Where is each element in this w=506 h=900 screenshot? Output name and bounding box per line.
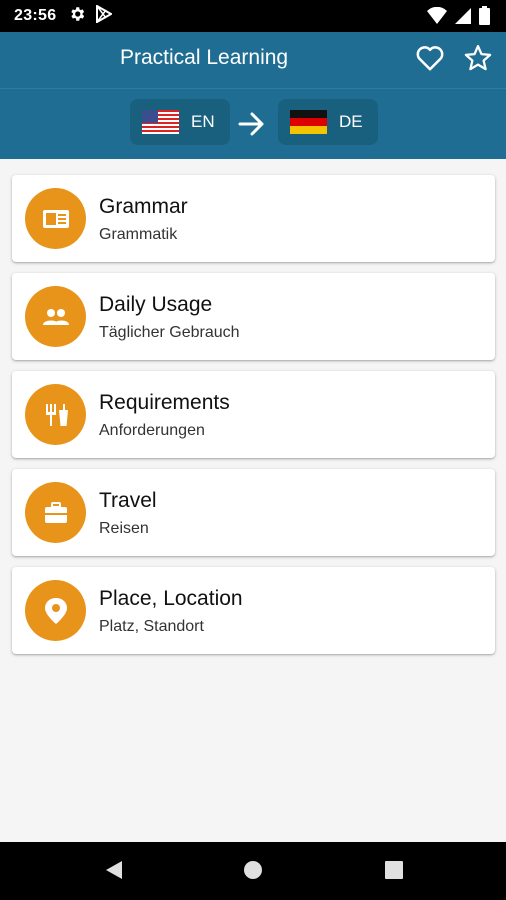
source-language-button[interactable]: EN [130, 99, 230, 145]
star-icon [463, 43, 493, 78]
category-card-place-location[interactable]: Place, Location Platz, Standort [12, 567, 495, 654]
category-list: Grammar Grammatik Daily Usage Täglicher … [12, 175, 495, 665]
card-subtitle: Reisen [99, 520, 149, 537]
us-flag-icon [142, 110, 179, 134]
category-card-requirements[interactable]: Requirements Anforderungen [12, 371, 495, 458]
home-icon [243, 860, 263, 885]
target-language-button[interactable]: DE [278, 99, 378, 145]
play-store-icon [96, 3, 114, 28]
wifi-icon [427, 6, 447, 30]
food-icon [25, 384, 86, 445]
card-subtitle: Grammatik [99, 226, 178, 243]
recents-icon [385, 860, 403, 884]
category-card-grammar[interactable]: Grammar Grammatik [12, 175, 495, 262]
card-subtitle: Platz, Standort [99, 618, 204, 635]
card-subtitle: Täglicher Gebrauch [99, 324, 240, 341]
card-title: Requirements [99, 391, 230, 414]
app-bar: Practical Learning [0, 32, 506, 88]
battery-icon [479, 6, 490, 30]
recents-button[interactable] [382, 860, 406, 884]
language-selector: EN DE [0, 88, 506, 159]
category-card-daily-usage[interactable]: Daily Usage Täglicher Gebrauch [12, 273, 495, 360]
card-title: Grammar [99, 195, 188, 218]
germany-flag-icon [290, 110, 327, 134]
favorite-button[interactable] [412, 42, 448, 78]
card-subtitle: Anforderungen [99, 422, 205, 439]
status-bar: 23:56 [0, 0, 506, 32]
card-title: Travel [99, 489, 157, 512]
home-button[interactable] [241, 860, 265, 884]
suitcase-icon [25, 482, 86, 543]
book-icon [25, 188, 86, 249]
signal-icon [455, 7, 471, 30]
location-pin-icon [25, 580, 86, 641]
status-time: 23:56 [14, 7, 57, 24]
page-title: Practical Learning [120, 46, 289, 69]
source-language-code: EN [191, 112, 215, 131]
star-button[interactable] [460, 42, 496, 78]
card-title: Daily Usage [99, 293, 213, 316]
people-icon [25, 286, 86, 347]
category-card-travel[interactable]: Travel Reisen [12, 469, 495, 556]
arrow-right-icon [238, 111, 266, 142]
target-language-code: DE [339, 112, 363, 131]
back-button[interactable] [102, 860, 126, 884]
back-icon [104, 859, 124, 886]
favorite-icon [415, 44, 445, 77]
gear-icon [68, 5, 86, 28]
navigation-bar [0, 842, 506, 900]
card-title: Place, Location [99, 587, 243, 610]
